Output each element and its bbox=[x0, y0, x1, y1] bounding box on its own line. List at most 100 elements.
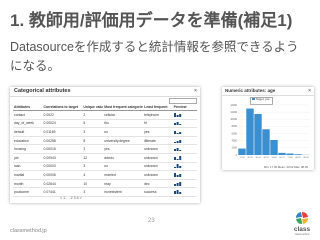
preview-bar bbox=[176, 122, 179, 126]
preview-bar bbox=[178, 173, 181, 177]
table-cell: no bbox=[103, 127, 144, 137]
table-row[interactable]: month 0.02644 10 may dec bbox=[13, 179, 197, 189]
preview-cell bbox=[172, 144, 197, 154]
table-cell: marital bbox=[13, 170, 43, 180]
preview-sparkline bbox=[173, 130, 181, 134]
table-cell: yes bbox=[103, 144, 144, 154]
preview-bar bbox=[178, 124, 181, 126]
y-tick-label: 8000 bbox=[232, 125, 238, 128]
table-row[interactable]: marital 0.00006 4 married unknown bbox=[13, 170, 197, 180]
preview-cell bbox=[172, 170, 197, 180]
preview-sparkline bbox=[173, 172, 181, 177]
table-cell: month bbox=[13, 179, 43, 189]
table-cell: success bbox=[143, 187, 173, 197]
table-cell: may bbox=[103, 179, 144, 189]
table-row[interactable]: education 0.00258 8 university.degree illite… bbox=[13, 136, 197, 146]
preview-cell bbox=[172, 187, 197, 197]
logo-mark bbox=[296, 212, 308, 224]
preview-sparkline bbox=[173, 122, 181, 126]
preview-bar bbox=[178, 131, 181, 134]
categorical-attributes-panel: Categorical attributes × Attributes Corr… bbox=[10, 87, 200, 203]
preview-bar bbox=[176, 158, 179, 160]
table-cell: no bbox=[103, 162, 144, 172]
preview-cell bbox=[172, 179, 197, 189]
table-row[interactable]: housing 0.00016 3 yes unknown bbox=[13, 144, 197, 154]
table-cell: 12 bbox=[82, 153, 104, 163]
table-cell: poutcome bbox=[13, 187, 43, 197]
preview-bar bbox=[173, 156, 176, 160]
table-row[interactable]: loan 0.00003 3 no unknown bbox=[13, 162, 197, 172]
histogram-bar bbox=[254, 113, 262, 155]
preview-cell bbox=[172, 127, 197, 137]
close-icon[interactable]: × bbox=[194, 87, 197, 96]
x-tick-label: 89-98 bbox=[303, 157, 309, 159]
histogram-bar bbox=[294, 154, 302, 155]
preview-bar bbox=[176, 148, 179, 152]
pagination[interactable]: < 1 … 2 3 4 > bbox=[60, 196, 82, 200]
histogram-bar bbox=[278, 152, 286, 155]
preview-sparkline bbox=[173, 139, 181, 143]
legend-label: Target: yes bbox=[255, 97, 270, 101]
table-cell: 0.00024 bbox=[42, 119, 83, 129]
table-cell: 2 bbox=[82, 110, 104, 120]
age-histogram: 0 2000 4000 6000 8000 10000 12000 14000 17-26 26-… bbox=[230, 104, 310, 159]
x-tick-label: 17-26 bbox=[239, 157, 245, 159]
preview-bar bbox=[178, 192, 181, 195]
table-cell: unknown bbox=[143, 153, 173, 163]
x-tick-label: 26-35 bbox=[247, 157, 253, 159]
histogram-bar bbox=[286, 153, 294, 155]
x-tick-label: 44-53 bbox=[263, 157, 269, 159]
attributes-table: Attributes Correlations to target Unique… bbox=[13, 104, 197, 197]
table-cell: illiterate bbox=[143, 136, 173, 146]
table-cell: university.degree bbox=[103, 136, 144, 146]
preview-sparkline bbox=[173, 148, 181, 152]
preview-bar bbox=[178, 150, 181, 152]
preview-sparkline bbox=[173, 190, 181, 195]
logo-subtext: classmethod bbox=[294, 233, 310, 236]
page-number: 23 bbox=[148, 218, 155, 224]
table-cell: 8 bbox=[82, 136, 104, 146]
histogram-bar bbox=[262, 129, 270, 155]
preview-bar bbox=[178, 155, 181, 160]
table-cell: 10 bbox=[82, 179, 104, 189]
y-tick-label: 12000 bbox=[230, 111, 237, 114]
table-cell: 4 bbox=[82, 170, 104, 180]
table-row[interactable]: day_of_week 0.00024 5 thu fri bbox=[13, 119, 197, 129]
table-row[interactable]: default 0.01169 3 no yes bbox=[13, 127, 197, 137]
table-row[interactable]: contact 0.0022 2 cellular telephone bbox=[13, 110, 197, 120]
preview-cell bbox=[172, 136, 197, 146]
site-url: classmethod.jp bbox=[10, 228, 47, 234]
table-cell: 3 bbox=[82, 127, 104, 137]
y-tick-label: 6000 bbox=[232, 132, 238, 135]
preview-bar bbox=[176, 174, 179, 177]
table-cell: dec bbox=[143, 179, 173, 189]
preview-bar bbox=[173, 112, 176, 117]
x-tick-label: 80-89 bbox=[295, 157, 301, 159]
preview-bar bbox=[178, 181, 181, 186]
preview-bar bbox=[176, 140, 179, 143]
preview-sparkline bbox=[173, 112, 181, 117]
preview-bar bbox=[173, 172, 176, 177]
table-cell: 0.00016 bbox=[42, 144, 83, 154]
preview-sparkline bbox=[173, 181, 181, 186]
numeric-attributes-panel: Numeric attributes: age × Target: yes 0 2… bbox=[222, 87, 314, 170]
preview-bar bbox=[178, 139, 181, 143]
preview-bar bbox=[173, 149, 176, 152]
table-cell: 0.00258 bbox=[42, 136, 83, 146]
table-cell: unknown bbox=[143, 162, 173, 172]
table-cell: 3 bbox=[82, 144, 104, 154]
table-cell: unknown bbox=[143, 144, 173, 154]
table-cell: 0.02644 bbox=[42, 179, 83, 189]
preview-bar bbox=[178, 166, 181, 169]
logo-text: class bbox=[293, 226, 311, 233]
close-icon[interactable]: × bbox=[308, 87, 311, 95]
table-cell: 5 bbox=[82, 119, 104, 129]
preview-cell bbox=[172, 110, 197, 120]
slide-title: 1. 教師用/評価用データを準備(補足1) bbox=[10, 11, 293, 30]
panel-header: Numeric attributes: age × bbox=[222, 87, 314, 96]
y-tick-label: 0 bbox=[236, 154, 238, 157]
preview-bar bbox=[173, 123, 176, 126]
table-cell: married bbox=[103, 170, 144, 180]
table-row[interactable]: job 0.00943 12 admin. unknown bbox=[13, 153, 197, 163]
table-row[interactable]: poutcome 0.07441 3 nonexistent success bbox=[13, 187, 197, 197]
